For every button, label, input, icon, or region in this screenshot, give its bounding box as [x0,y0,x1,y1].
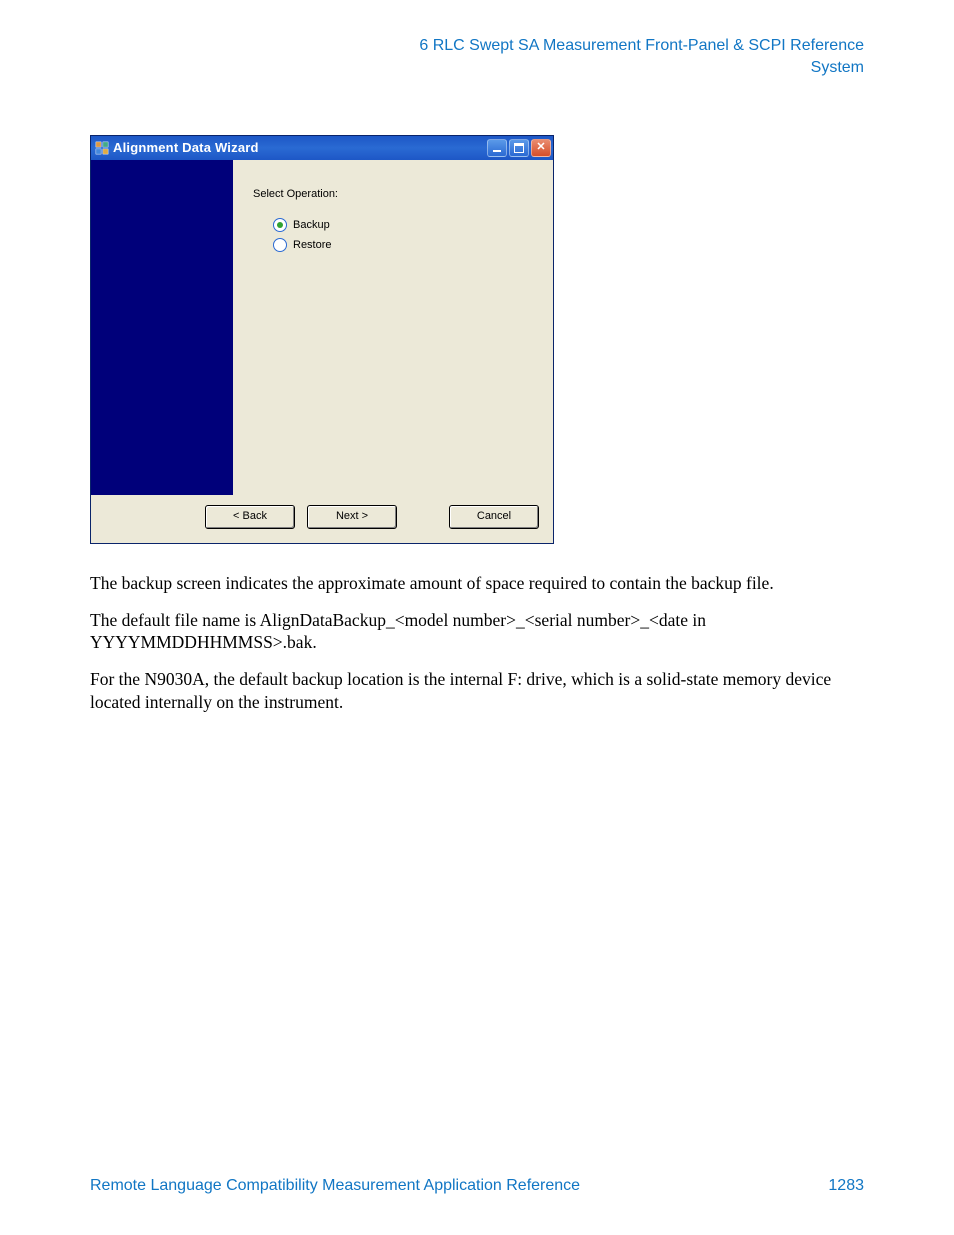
maximize-button[interactable] [509,139,529,157]
select-operation-label: Select Operation: [253,188,533,200]
wizard-content: Select Operation: Backup Restore [233,160,553,495]
radio-label-restore: Restore [293,239,332,251]
radio-option-backup[interactable]: Backup [273,218,533,232]
alignment-wizard-dialog: Alignment Data Wizard Select Operation: … [90,135,554,544]
radio-option-restore[interactable]: Restore [273,238,533,252]
app-icon [95,141,109,155]
next-button[interactable]: Next > [307,505,397,529]
header-line-1: 6 RLC Swept SA Measurement Front-Panel &… [90,35,864,57]
radio-icon [273,218,287,232]
body-paragraph-1: The backup screen indicates the approxim… [90,572,864,595]
body-paragraph-3: For the N9030A, the default backup locat… [90,668,864,714]
window-title: Alignment Data Wizard [113,140,259,155]
radio-icon [273,238,287,252]
wizard-footer: < Back Next > Cancel [91,495,553,543]
radio-label-backup: Backup [293,219,330,231]
back-button[interactable]: < Back [205,505,295,529]
footer-left: Remote Language Compatibility Measuremen… [90,1177,580,1195]
minimize-button[interactable] [487,139,507,157]
body-paragraph-2: The default file name is AlignDataBackup… [90,609,864,655]
page-number: 1283 [828,1177,864,1195]
page-header: 6 RLC Swept SA Measurement Front-Panel &… [90,35,864,80]
wizard-sidebar [91,160,233,495]
header-line-2: System [90,57,864,79]
dialog-screenshot: Alignment Data Wizard Select Operation: … [90,135,864,544]
cancel-button[interactable]: Cancel [449,505,539,529]
page-footer: Remote Language Compatibility Measuremen… [90,1177,864,1195]
window-titlebar[interactable]: Alignment Data Wizard [91,136,553,160]
close-button[interactable] [531,139,551,157]
